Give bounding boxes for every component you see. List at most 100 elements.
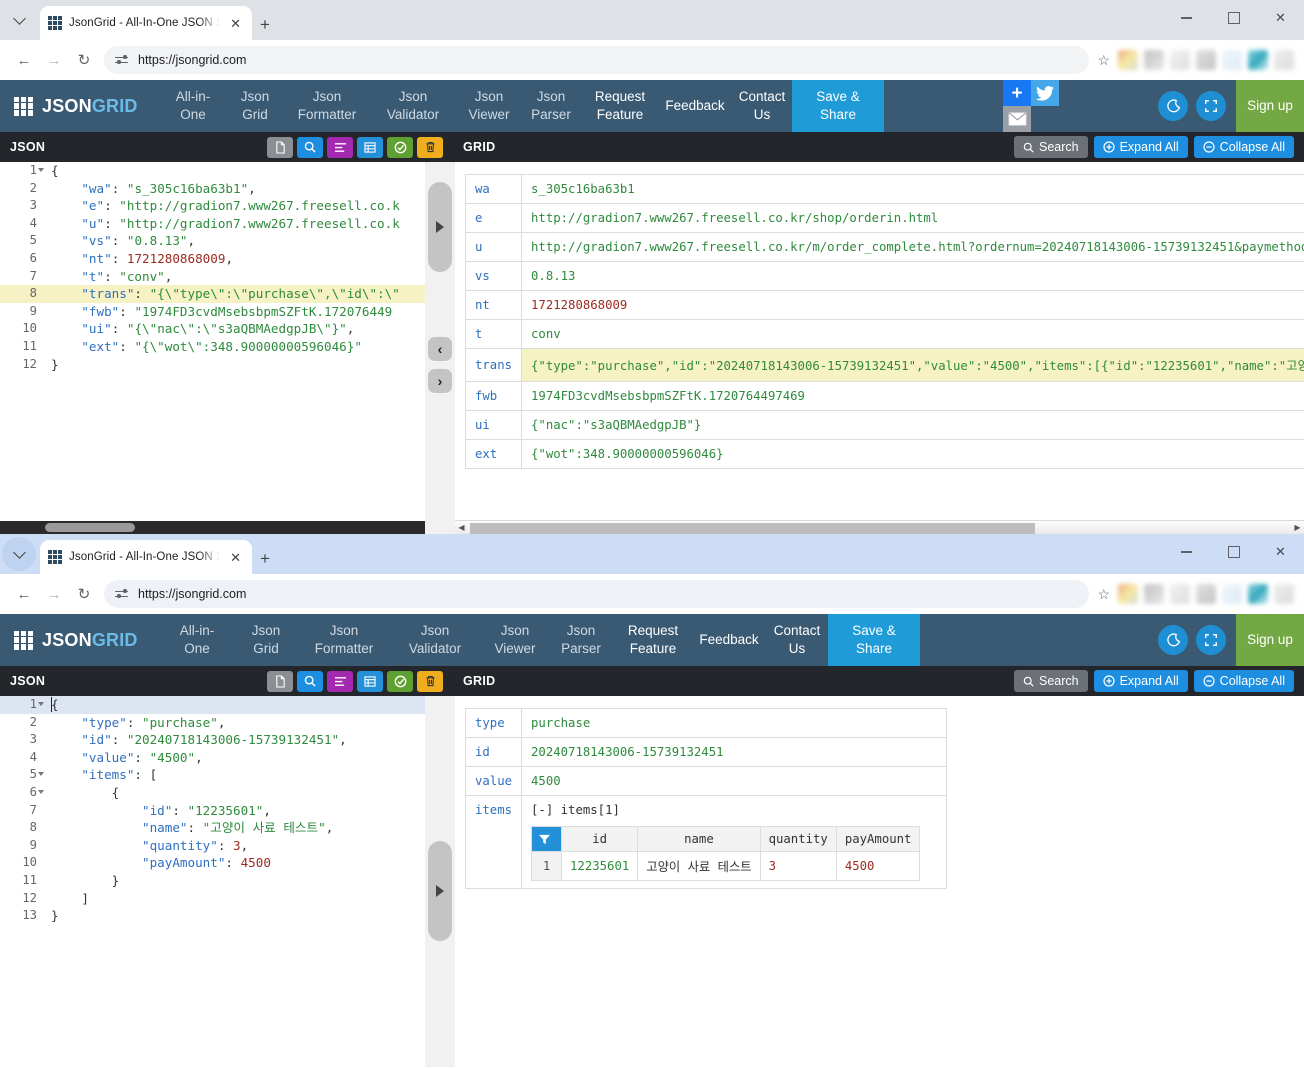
grid-value-cell[interactable]: conv — [521, 319, 1304, 349]
address-bar[interactable]: https://jsongrid.com — [104, 46, 1090, 74]
extension-icon[interactable] — [1274, 50, 1294, 70]
share-twitter-icon[interactable] — [1031, 80, 1059, 106]
extension-icon[interactable] — [1144, 584, 1164, 604]
extension-icon[interactable] — [1118, 50, 1138, 70]
bookmark-star-icon[interactable]: ☆ — [1097, 586, 1110, 603]
grid-value-cell[interactable]: 4500 — [521, 766, 947, 796]
validate-icon[interactable] — [387, 136, 413, 158]
extension-icon[interactable] — [1170, 50, 1190, 70]
save-and-share-button[interactable]: Save & Share — [828, 614, 920, 666]
fold-toggle-icon[interactable] — [38, 702, 44, 706]
close-window-icon[interactable]: ✕ — [1257, 0, 1304, 36]
code-line[interactable]: 4 "value": "4500", — [0, 749, 425, 767]
dark-mode-toggle[interactable] — [1158, 91, 1188, 121]
site-settings-icon[interactable] — [114, 53, 129, 68]
browser-tab[interactable]: JsonGrid - All-In-One JSON So ✕ — [40, 540, 252, 574]
grid-hscroll-track[interactable] — [468, 522, 1291, 534]
grid-value-cell[interactable]: purchase — [521, 708, 947, 738]
code-line[interactable]: 11 } — [0, 872, 425, 890]
grid-row[interactable]: trans {"type":"purchase","id":"2024071814… — [464, 348, 1304, 382]
grid-row[interactable]: e http://gradion7.www267.freesell.co.kr/s… — [464, 203, 1304, 233]
code-line[interactable]: 12 ] — [0, 890, 425, 908]
nav-all-in-one[interactable]: All-in-One — [162, 614, 232, 666]
close-window-icon[interactable]: ✕ — [1257, 534, 1304, 570]
grid-value-cell[interactable]: 1721280868009 — [521, 290, 1304, 320]
forward-button[interactable]: → — [40, 46, 68, 74]
extension-icon[interactable] — [1222, 584, 1242, 604]
tab-search-button[interactable] — [2, 537, 36, 571]
fullscreen-toggle[interactable] — [1196, 91, 1226, 121]
nav-contact-us[interactable]: Contact Us — [732, 80, 792, 132]
collapse-all-button[interactable]: Collapse All — [1193, 670, 1294, 692]
panel-drag-handle-bottom[interactable] — [428, 841, 452, 941]
grid-row[interactable]: u http://gradion7.www267.freesell.co.kr/m… — [464, 232, 1304, 262]
fold-toggle-icon[interactable] — [38, 789, 44, 794]
json-editor-bottom[interactable]: 1{2 "type": "purchase", 3 "id": "20240718… — [0, 696, 425, 1067]
fullscreen-toggle[interactable] — [1196, 625, 1226, 655]
panel-drag-handle-top[interactable] — [428, 182, 452, 272]
new-tab-button[interactable]: + — [260, 550, 270, 567]
table-view-icon[interactable] — [357, 670, 383, 692]
grid-value-cell[interactable]: 0.8.13 — [521, 261, 1304, 291]
grid-row-items[interactable]: items [-] items[1] id name quantity payAmount… — [464, 795, 947, 889]
validate-icon[interactable] — [387, 670, 413, 692]
json-editor-lines[interactable]: 1{2 "wa": "s_305c16ba63b1", 3 "e": "http:… — [0, 162, 425, 373]
code-line[interactable]: 5 "items": [ — [0, 766, 425, 784]
search-icon[interactable] — [297, 670, 323, 692]
sign-up-button[interactable]: Sign up — [1236, 80, 1304, 132]
scroll-right-icon[interactable]: ▶ — [1291, 523, 1304, 532]
code-line[interactable]: 4 "u": "http://gradion7.www267.freesell.… — [0, 215, 425, 233]
collapse-all-button[interactable]: Collapse All — [1193, 136, 1294, 158]
code-line[interactable]: 3 "id": "20240718143006-15739132451", — [0, 731, 425, 749]
scroll-left-icon[interactable]: ◀ — [455, 523, 468, 532]
delete-icon[interactable] — [417, 670, 443, 692]
grid-value-cell[interactable]: http://gradion7.www267.freesell.co.kr/m/… — [521, 232, 1304, 262]
grid-row[interactable]: nt 1721280868009 — [464, 290, 1304, 320]
extension-icon[interactable] — [1144, 50, 1164, 70]
grid-row[interactable]: type purchase — [464, 708, 947, 738]
collapse-left-button[interactable]: ‹ — [428, 337, 452, 361]
grid-row[interactable]: id 20240718143006-15739132451 — [464, 737, 947, 767]
maximize-icon[interactable] — [1210, 0, 1257, 36]
nav-feedback[interactable]: Feedback — [692, 614, 766, 666]
extension-icon[interactable] — [1222, 50, 1242, 70]
code-line[interactable]: 6 "nt": 1721280868009, — [0, 250, 425, 268]
grid-value-cell[interactable]: {"nac":"s3aQBMAedgpJB"} — [521, 410, 1304, 440]
items-cell-payAmount[interactable]: 4500 — [835, 851, 921, 881]
code-line[interactable]: 1{ — [0, 696, 425, 714]
filter-icon[interactable] — [531, 826, 563, 852]
code-line[interactable]: 8 "trans": "{\"type\":\"purchase\",\"id\… — [0, 285, 425, 303]
grid-row[interactable]: t conv — [464, 319, 1304, 349]
nav-json-formatter[interactable]: Json Formatter — [300, 614, 388, 666]
code-line[interactable]: 2 "wa": "s_305c16ba63b1", — [0, 180, 425, 198]
items-cell-name[interactable]: 고양이 사료 테스트 — [637, 851, 761, 881]
code-line[interactable]: 3 "e": "http://gradion7.www267.freesell.… — [0, 197, 425, 215]
format-icon[interactable] — [327, 670, 353, 692]
bookmark-star-icon[interactable]: ☆ — [1097, 52, 1110, 69]
json-editor-lines[interactable]: 1{2 "type": "purchase", 3 "id": "20240718… — [0, 696, 425, 925]
expand-all-button[interactable]: Expand All — [1093, 670, 1188, 692]
code-line[interactable]: 12} — [0, 356, 425, 374]
fold-toggle-icon[interactable] — [38, 772, 44, 777]
grid-value-cell[interactable]: 20240718143006-15739132451 — [521, 737, 947, 767]
nav-json-validator[interactable]: Json Validator — [388, 614, 482, 666]
code-line[interactable]: 1{ — [0, 162, 425, 180]
items-cell-id[interactable]: 12235601 — [561, 851, 639, 881]
grid-row[interactable]: wa s_305c16ba63b1 — [464, 174, 1304, 204]
nav-json-parser[interactable]: Json Parser — [548, 614, 614, 666]
extension-icon[interactable] — [1118, 584, 1138, 604]
grid-row[interactable]: ext {"wot":348.90000000596046} — [464, 439, 1304, 469]
nav-json-viewer[interactable]: Json Viewer — [458, 80, 520, 132]
expand-right-button[interactable]: › — [428, 369, 452, 393]
grid-value-cell[interactable]: {"type":"purchase","id":"20240718143006-… — [521, 348, 1304, 382]
new-file-icon[interactable] — [267, 136, 293, 158]
grid-hscroll-thumb[interactable] — [470, 522, 1035, 534]
nav-json-parser[interactable]: Json Parser — [520, 80, 582, 132]
grid-row[interactable]: ui {"nac":"s3aQBMAedgpJB"} — [464, 410, 1304, 440]
json-editor-top[interactable]: 1{2 "wa": "s_305c16ba63b1", 3 "e": "http:… — [0, 162, 425, 534]
items-column-header[interactable]: quantity — [759, 826, 837, 852]
site-settings-icon[interactable] — [114, 587, 129, 602]
grid-row[interactable]: vs 0.8.13 — [464, 261, 1304, 291]
code-line[interactable]: 9 "quantity": 3, — [0, 837, 425, 855]
search-icon[interactable] — [297, 136, 323, 158]
